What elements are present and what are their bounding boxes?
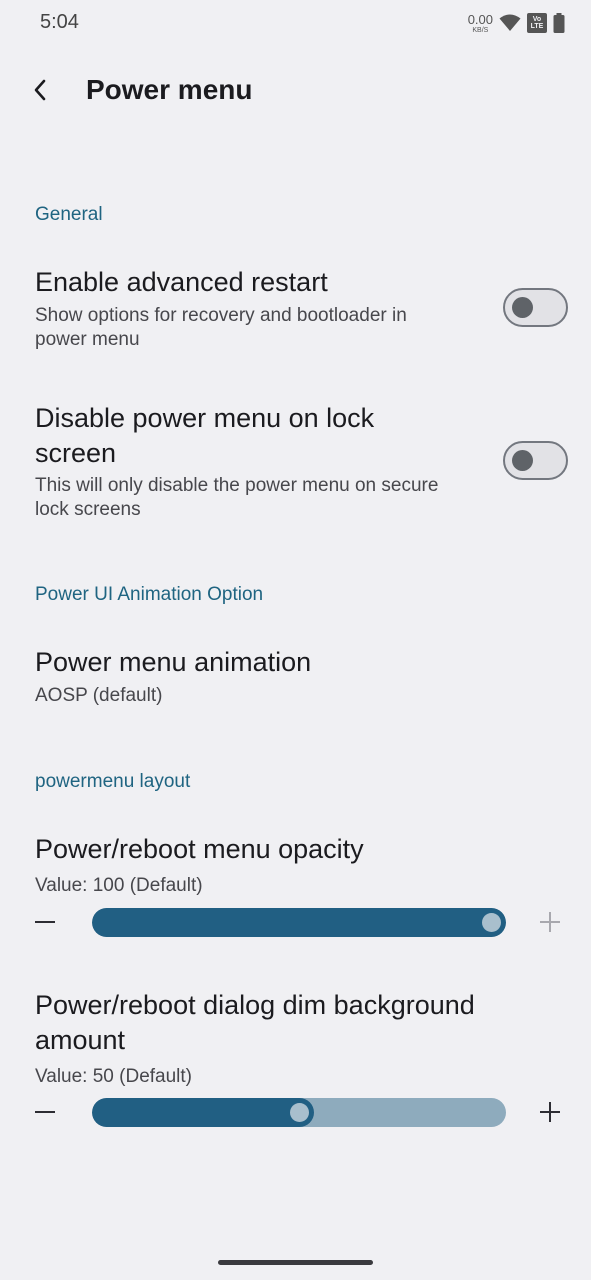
pref-summary-line: Show options for recovery and bootloader… xyxy=(35,305,407,326)
pref-summary-line: lock screens xyxy=(35,499,141,520)
opacity-value: Value: 100 (Default) xyxy=(35,875,203,896)
status-icons: 0.00 KB/S Vo LTE xyxy=(468,10,565,36)
battery-icon xyxy=(553,13,565,33)
volte-bottom-text: LTE xyxy=(530,23,544,30)
pref-summary-line: This will only disable the power menu on… xyxy=(35,475,439,496)
slider-thumb[interactable] xyxy=(289,1103,309,1122)
volte-icon: Vo LTE xyxy=(527,13,547,33)
pref-summary-line: power menu xyxy=(35,329,140,350)
dim-title-line: Power/reboot dialog dim background xyxy=(35,990,475,1020)
pref-summary: AOSP (default) xyxy=(35,685,163,706)
arrow-back-icon xyxy=(34,79,46,101)
advanced-restart-toggle[interactable] xyxy=(503,288,568,327)
status-bar: 5:04 0.00 KB/S Vo LTE xyxy=(0,0,591,46)
back-button[interactable] xyxy=(20,68,60,112)
slider-thumb[interactable] xyxy=(482,913,501,932)
wifi-icon xyxy=(499,14,521,31)
toggle-thumb xyxy=(512,450,533,471)
page-title: Power menu xyxy=(86,74,253,105)
volte-top-text: Vo xyxy=(532,15,542,23)
plus-icon-vertical xyxy=(548,1102,552,1122)
pref-advanced-restart[interactable]: Enable advanced restart Show options for… xyxy=(0,260,591,370)
plus-icon-vertical xyxy=(548,912,552,932)
section-header-animation: Power UI Animation Option xyxy=(35,584,264,605)
network-speed-unit: KB/S xyxy=(472,26,489,34)
settings-screen: 5:04 0.00 KB/S Vo LTE Power menu General… xyxy=(0,0,591,1280)
app-bar: Power menu xyxy=(0,60,591,120)
dim-slider-row xyxy=(0,1092,591,1132)
dim-slider[interactable] xyxy=(92,1098,506,1127)
minus-icon xyxy=(35,1110,55,1114)
opacity-decrease-button[interactable] xyxy=(25,902,65,942)
pref-power-menu-animation[interactable]: Power menu animation AOSP (default) xyxy=(0,640,591,720)
pref-title-line: Disable power menu on lock xyxy=(35,403,375,433)
pref-title: Enable advanced restart xyxy=(35,267,328,297)
gesture-nav-handle[interactable] xyxy=(218,1260,373,1265)
network-speed-value: 0.00 xyxy=(467,11,493,27)
opacity-increase-button[interactable] xyxy=(530,902,570,942)
slider-fill xyxy=(92,1098,314,1127)
dim-title-line: amount xyxy=(35,1025,126,1055)
pref-title-line: screen xyxy=(35,438,117,468)
minus-icon xyxy=(35,920,55,924)
opacity-title: Power/reboot menu opacity xyxy=(35,834,364,864)
opacity-slider[interactable] xyxy=(92,908,506,937)
dim-value: Value: 50 (Default) xyxy=(35,1066,193,1087)
toggle-thumb xyxy=(512,297,533,318)
dim-increase-button[interactable] xyxy=(530,1092,570,1132)
pref-disable-lock-screen[interactable]: Disable power menu on lock screen This w… xyxy=(0,396,591,536)
status-time: 5:04 xyxy=(40,11,79,33)
section-header-general: General xyxy=(35,204,103,225)
section-header-layout: powermenu layout xyxy=(35,771,191,792)
disable-lock-screen-toggle[interactable] xyxy=(503,441,568,480)
dim-decrease-button[interactable] xyxy=(25,1092,65,1132)
network-speed-indicator: 0.00 KB/S xyxy=(468,13,493,34)
slider-fill xyxy=(92,908,506,937)
opacity-slider-row xyxy=(0,902,591,942)
pref-title: Power menu animation xyxy=(35,647,312,677)
